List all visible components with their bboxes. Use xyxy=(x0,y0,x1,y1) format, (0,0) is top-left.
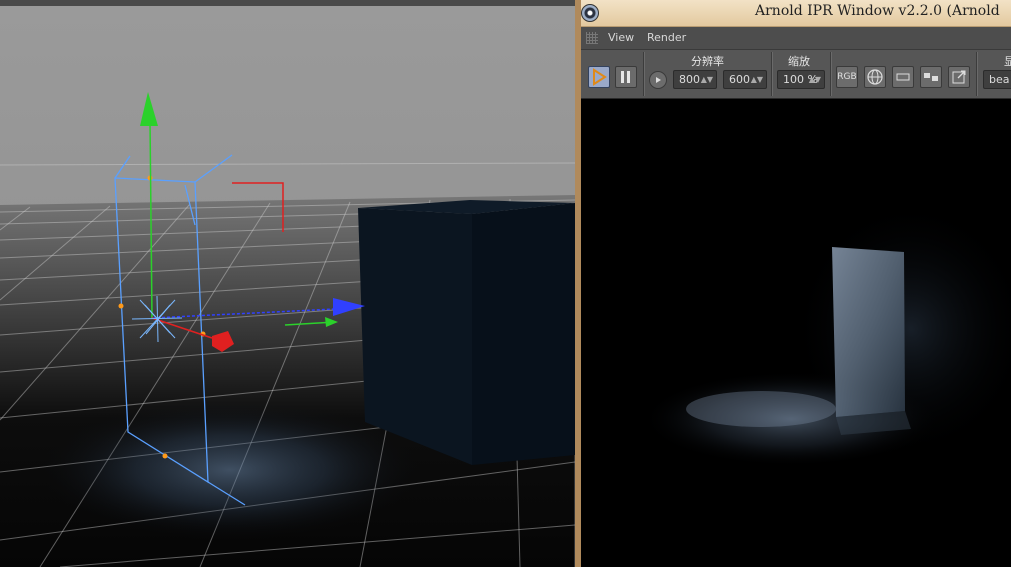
compare-button[interactable] xyxy=(920,66,942,88)
pause-icon xyxy=(621,71,630,83)
globe-button[interactable] xyxy=(864,66,886,88)
window-title: Arnold IPR Window v2.2.0 (Arnold xyxy=(755,3,1000,19)
ipr-window: Arnold IPR Window v2.2.0 (Arnold View Re… xyxy=(581,0,1011,567)
menu-render[interactable]: Render xyxy=(647,31,686,44)
menu-bar: View Render xyxy=(581,27,1011,50)
zoom-label: 缩放 xyxy=(788,55,810,68)
resolution-play-button[interactable] xyxy=(649,71,667,89)
resolution-label: 分辨率 xyxy=(691,55,724,68)
viewport-3d[interactable] xyxy=(0,0,575,567)
width-input[interactable]: 800 ▲▼ xyxy=(673,70,717,89)
export-icon xyxy=(952,70,966,84)
cinema4d-logo-icon xyxy=(581,4,599,22)
spinner-arrows-icon: ▲▼ xyxy=(700,75,713,84)
display-label: 显 xyxy=(1004,55,1011,68)
toolbar-separator xyxy=(976,52,978,96)
handle-point xyxy=(118,303,124,309)
play-icon xyxy=(593,68,607,86)
menu-view[interactable]: View xyxy=(608,31,634,44)
region-icon xyxy=(896,73,910,81)
toolbar-separator xyxy=(771,52,773,96)
toolbar-separator xyxy=(830,52,832,96)
render-preview[interactable] xyxy=(581,99,1011,567)
aov-select[interactable]: bea xyxy=(983,70,1011,89)
toolbar: 分辨率 800 ▲▼ 600 ▲▼ 缩放 100 % ▲▼ RGB 显 bea xyxy=(581,50,1011,99)
export-button[interactable] xyxy=(948,66,970,88)
handle-point xyxy=(162,453,168,459)
compare-icon xyxy=(924,73,938,81)
viewport-top-edge xyxy=(0,0,575,6)
height-input[interactable]: 600 ▲▼ xyxy=(723,70,767,89)
spinner-arrows-icon: ▲▼ xyxy=(808,75,821,84)
rgb-channel-button[interactable]: RGB xyxy=(836,66,858,88)
cube-side-face xyxy=(472,203,575,465)
floor-highlight xyxy=(686,391,836,427)
globe-icon xyxy=(867,69,883,85)
spinner-arrows-icon: ▲▼ xyxy=(750,75,763,84)
zoom-input[interactable]: 100 % ▲▼ xyxy=(777,70,825,89)
toolbar-separator xyxy=(643,52,645,96)
small-play-icon xyxy=(656,77,661,83)
light-spot xyxy=(40,400,420,540)
grip-icon[interactable] xyxy=(586,32,598,44)
play-button[interactable] xyxy=(588,66,610,88)
region-button[interactable] xyxy=(892,66,914,88)
title-bar[interactable]: Arnold IPR Window v2.2.0 (Arnold xyxy=(581,0,1011,27)
area-light-panel xyxy=(832,247,905,417)
pause-button[interactable] xyxy=(615,66,637,88)
